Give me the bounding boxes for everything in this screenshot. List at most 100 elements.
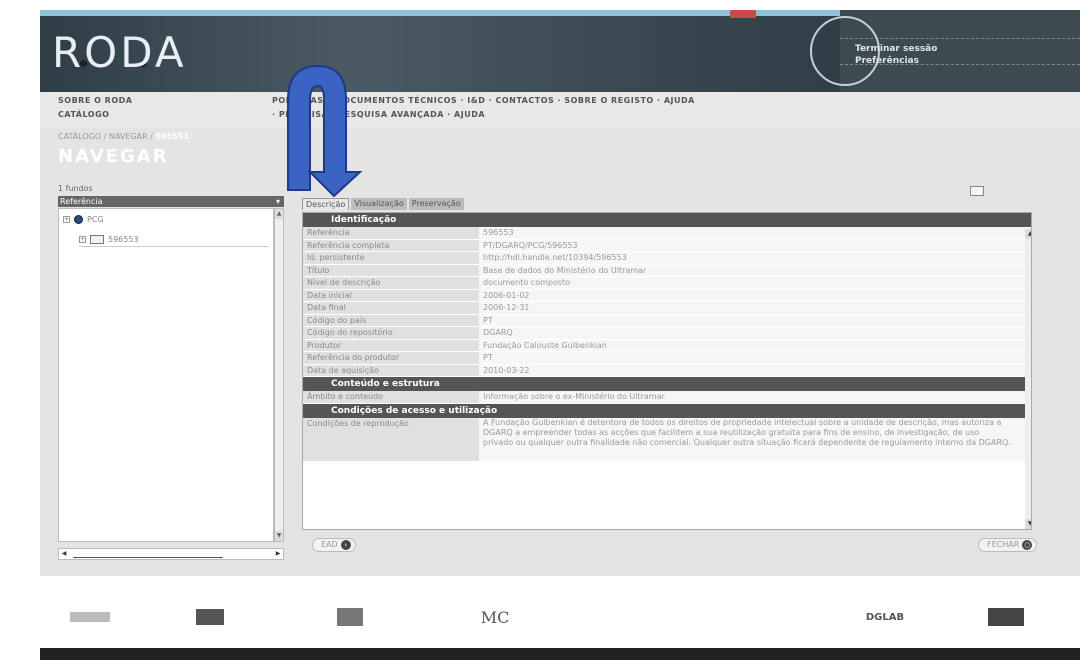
field-value: PT bbox=[479, 352, 1031, 364]
field-row: Referência do produtor PT bbox=[303, 352, 1031, 365]
footer-logo[interactable] bbox=[190, 606, 230, 628]
detail-panel: Descrição Visualização Preservação Ident… bbox=[302, 198, 1040, 564]
field-value: Informação sobre o ex-Ministério do Ultr… bbox=[479, 391, 1031, 403]
page-title: NAVEGAR bbox=[58, 146, 169, 167]
field-value: Base de dados do Ministério do Ultramar bbox=[479, 264, 1031, 276]
scroll-up-icon[interactable]: ▲ bbox=[275, 209, 283, 219]
folder-icon bbox=[90, 235, 104, 244]
ead-button[interactable]: EAD › bbox=[312, 538, 356, 552]
close-button[interactable]: FECHAR ○ bbox=[978, 538, 1038, 552]
fund-count: 1 fundos bbox=[58, 184, 93, 193]
field-row: Data inicial 2006-01-02 bbox=[303, 289, 1031, 302]
tree-horizontal-scrollbar[interactable]: ◀ ▶ bbox=[58, 548, 284, 560]
field-value: 596553 bbox=[479, 227, 1031, 239]
field-row: Data de aquisição 2010-03-22 bbox=[303, 364, 1031, 377]
tree-panel: 1 fundos Referência ▾ + PCG + 596553 ▲ ▼… bbox=[58, 184, 284, 562]
footer-logo-text: DGLAB bbox=[865, 611, 905, 623]
nav-about-roda[interactable]: SOBRE O RODA bbox=[58, 96, 132, 105]
curved-arrow-annotation bbox=[287, 64, 363, 198]
arrow-right-icon: › bbox=[340, 540, 351, 550]
field-value: PT bbox=[479, 314, 1031, 326]
field-row: Nível de descrição documento composto bbox=[303, 277, 1031, 290]
language-flag-icon[interactable] bbox=[730, 10, 756, 18]
field-row: Código do repositório DGARQ bbox=[303, 327, 1031, 340]
main-content: CATÁLOGO / NAVEGAR / 596553 NAVEGAR 1 fu… bbox=[40, 128, 1080, 576]
field-row: Código do país PT bbox=[303, 314, 1031, 327]
expand-icon[interactable]: + bbox=[63, 216, 70, 223]
description-table: Identificação Referência 596553 Referência… bbox=[302, 212, 1032, 530]
field-key: Data de aquisição bbox=[303, 364, 479, 376]
footer-logo[interactable] bbox=[330, 606, 370, 628]
footer-logo-mc[interactable]: MC bbox=[470, 606, 520, 628]
field-key: Data inicial bbox=[303, 289, 479, 301]
field-key: Referência bbox=[303, 227, 479, 239]
field-key: Código do país bbox=[303, 314, 479, 326]
scroll-up-icon[interactable]: ▲ bbox=[1025, 229, 1031, 239]
field-key: Referência completa bbox=[303, 239, 479, 251]
tree-node-root[interactable]: + PCG bbox=[63, 215, 104, 224]
field-key: Condições de reprodução bbox=[303, 417, 479, 461]
popup-window-icon[interactable] bbox=[970, 186, 984, 196]
field-value: documento composto bbox=[479, 277, 1031, 289]
preferences-link[interactable]: Preferências bbox=[855, 56, 919, 66]
logout-link[interactable]: Terminar sessão bbox=[855, 44, 937, 54]
tree-node-child[interactable]: + 596553 bbox=[79, 235, 269, 247]
field-key: Id. persistente bbox=[303, 252, 479, 264]
field-value: 2010-03-22 bbox=[479, 364, 1031, 376]
field-value: DGARQ bbox=[479, 327, 1031, 339]
breadcrumb-current: 596553 bbox=[155, 132, 189, 141]
footer-logos: MC DGLAB bbox=[40, 598, 1080, 640]
field-key: Data final bbox=[303, 302, 479, 314]
arrow-shape bbox=[287, 64, 363, 198]
field-key: Âmbito e conteúdo bbox=[303, 391, 479, 403]
field-row: Referência completa PT/DGARQ/PCG/596553 bbox=[303, 239, 1031, 252]
footer-logo[interactable] bbox=[68, 606, 112, 628]
globe-icon bbox=[74, 215, 83, 224]
field-value: 2006-01-02 bbox=[479, 289, 1031, 301]
field-key: Título bbox=[303, 264, 479, 276]
field-value: A Fundação Gulbenkian é detentora de tod… bbox=[479, 417, 1031, 461]
scroll-right-icon[interactable]: ▶ bbox=[273, 549, 283, 559]
field-key: Nível de descrição bbox=[303, 277, 479, 289]
roda-logo[interactable]: RODA bbox=[52, 28, 187, 77]
field-row: Data final 2006-12-31 bbox=[303, 302, 1031, 315]
field-row: Referência 596553 bbox=[303, 227, 1031, 240]
section-access: Condições de acesso e utilização bbox=[303, 403, 1031, 418]
site-header: RODA Terminar sessão Preferências bbox=[40, 10, 1080, 92]
sort-select[interactable]: Referência ▾ bbox=[58, 196, 284, 207]
section-identification: Identificação bbox=[303, 213, 1031, 227]
tree-node-label: PCG bbox=[87, 215, 104, 224]
main-nav: SOBRE O RODA CATÁLOGO POLÍTICAS E DOCUME… bbox=[40, 92, 1080, 128]
nav-catalog[interactable]: CATÁLOGO bbox=[58, 110, 109, 119]
close-label: FECHAR bbox=[987, 540, 1020, 549]
field-value: PT/DGARQ/PCG/596553 bbox=[479, 239, 1031, 251]
ead-label: EAD bbox=[321, 540, 338, 549]
field-key: Referência do produtor bbox=[303, 352, 479, 364]
footer-bar bbox=[40, 648, 1080, 660]
breadcrumb-path[interactable]: CATÁLOGO / NAVEGAR / bbox=[58, 132, 155, 141]
field-row: Âmbito e conteúdo Informação sobre o ex-… bbox=[303, 391, 1031, 404]
tree-vertical-scrollbar[interactable]: ▲ ▼ bbox=[274, 208, 284, 542]
field-row: Condições de reprodução A Fundação Gulbe… bbox=[303, 417, 1031, 462]
scroll-down-icon[interactable]: ▼ bbox=[275, 531, 283, 541]
field-value: Fundação Calouste Gulbenkian bbox=[479, 339, 1031, 351]
field-row: Produtor Fundação Calouste Gulbenkian bbox=[303, 339, 1031, 352]
tab-preservation[interactable]: Preservação bbox=[408, 198, 464, 210]
detail-vertical-scrollbar[interactable]: ▲ ▼ bbox=[1025, 229, 1031, 529]
section-content: Conteúdo e estrutura bbox=[303, 377, 1031, 391]
breadcrumb: CATÁLOGO / NAVEGAR / 596553 bbox=[58, 132, 189, 141]
scroll-left-icon[interactable]: ◀ bbox=[59, 549, 69, 559]
field-value: 2006-12-31 bbox=[479, 302, 1031, 314]
footer-logo-dglab[interactable]: DGLAB bbox=[860, 606, 910, 628]
expand-icon[interactable]: + bbox=[79, 236, 86, 243]
field-key: Código do repositório bbox=[303, 327, 479, 339]
field-row: Título Base de dados do Ministério do Ult… bbox=[303, 264, 1031, 277]
footer-logo[interactable] bbox=[986, 606, 1026, 628]
sort-select-label: Referência bbox=[60, 197, 103, 206]
scroll-thumb[interactable] bbox=[73, 550, 223, 558]
scroll-down-icon[interactable]: ▼ bbox=[1025, 519, 1031, 529]
close-icon: ○ bbox=[1022, 540, 1033, 550]
field-key: Produtor bbox=[303, 339, 479, 351]
tree-view[interactable]: + PCG + 596553 bbox=[58, 208, 274, 542]
footer-logo-text: MC bbox=[480, 607, 510, 627]
